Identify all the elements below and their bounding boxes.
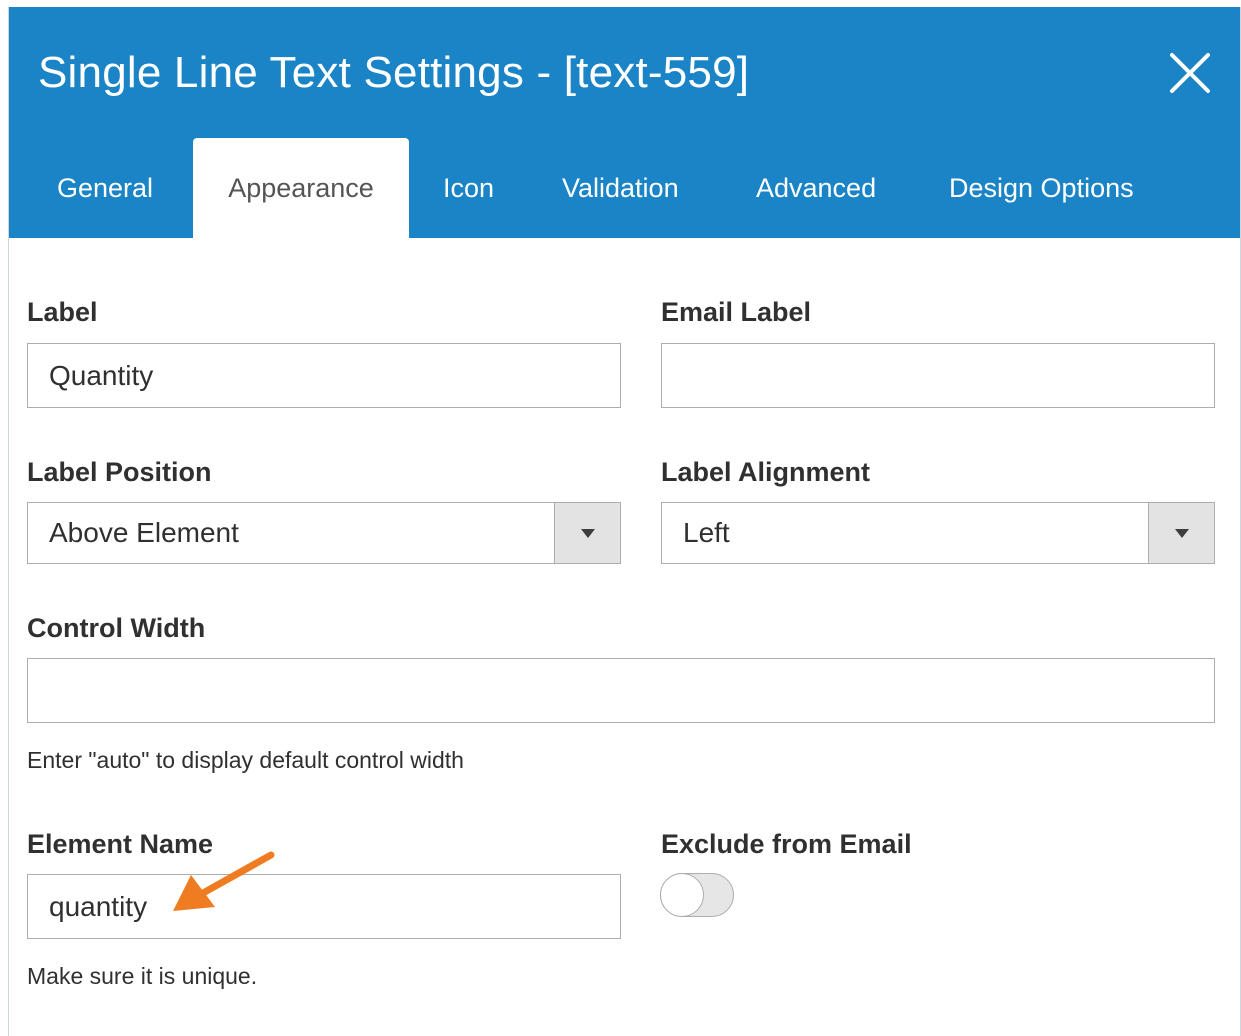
element-name-input[interactable]: [27, 874, 621, 939]
dialog-header: Single Line Text Settings - [text-559] G…: [9, 7, 1240, 238]
label-position-dropdown-button[interactable]: [554, 503, 620, 563]
tab-design-options[interactable]: Design Options: [949, 138, 1134, 238]
label-field-title: Label: [27, 297, 98, 327]
tab-appearance[interactable]: Appearance: [193, 138, 409, 238]
email-label-field-title: Email Label: [661, 297, 812, 327]
toggle-knob: [660, 873, 704, 917]
settings-dialog: Single Line Text Settings - [text-559] G…: [8, 7, 1241, 1036]
exclude-from-email-field-title: Exclude from Email: [661, 829, 912, 859]
label-input[interactable]: [27, 343, 621, 408]
tab-general[interactable]: General: [57, 138, 153, 238]
label-alignment-field-title: Label Alignment: [661, 457, 871, 487]
tab-validation[interactable]: Validation: [562, 138, 679, 238]
caret-down-icon: [1175, 529, 1189, 538]
element-name-help: Make sure it is unique.: [27, 963, 258, 989]
email-label-input[interactable]: [661, 343, 1215, 408]
tab-bar: General Appearance Icon Validation Advan…: [9, 138, 1240, 238]
label-alignment-dropdown-button[interactable]: [1148, 503, 1214, 563]
tab-icon[interactable]: Icon: [443, 138, 494, 238]
caret-down-icon: [581, 529, 595, 538]
label-position-field-title: Label Position: [27, 457, 212, 487]
label-position-select[interactable]: Above Element: [27, 502, 621, 564]
tab-advanced[interactable]: Advanced: [756, 138, 876, 238]
control-width-field-title: Control Width: [27, 613, 206, 643]
close-x-icon: [1170, 53, 1210, 93]
exclude-from-email-toggle[interactable]: [660, 873, 734, 917]
label-alignment-value: Left: [683, 517, 730, 548]
control-width-input[interactable]: [27, 658, 1215, 723]
close-button[interactable]: [1168, 51, 1212, 95]
label-alignment-select[interactable]: Left: [661, 502, 1215, 564]
label-position-value: Above Element: [49, 517, 239, 548]
orange-arrow-icon: [173, 851, 275, 911]
control-width-help: Enter "auto" to display default control …: [27, 747, 464, 773]
dialog-title: Single Line Text Settings - [text-559]: [38, 48, 750, 97]
